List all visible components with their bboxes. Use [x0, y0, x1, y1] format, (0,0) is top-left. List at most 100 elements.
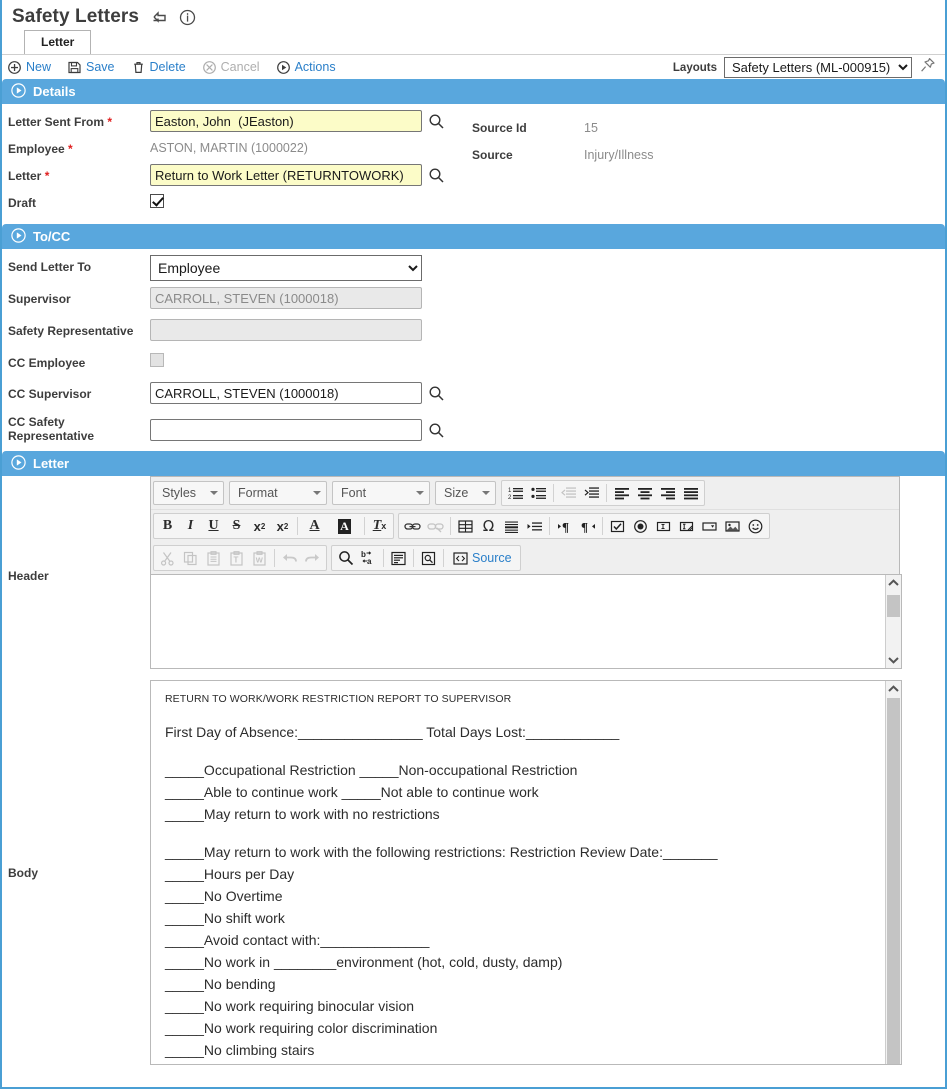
new-button-label: New [26, 60, 52, 74]
trash-icon [132, 61, 145, 74]
subscript-icon[interactable]: x2 [248, 515, 271, 537]
field-row-letter: Letter * [2, 164, 472, 191]
svg-text:2: 2 [508, 495, 512, 501]
return-arrow-icon[interactable] [150, 9, 168, 25]
send-letter-to-select[interactable]: Employee [150, 255, 422, 281]
font-combo[interactable]: Font [332, 481, 431, 505]
undo-icon[interactable] [278, 547, 301, 569]
body-label: Body [8, 865, 38, 880]
table-icon[interactable] [454, 515, 477, 537]
align-right-icon[interactable] [656, 482, 679, 504]
underline-icon[interactable]: U [202, 515, 225, 537]
draft-checkbox[interactable] [150, 194, 164, 208]
tab-letter[interactable]: Letter [24, 30, 92, 54]
body-edit-area[interactable]: RETURN TO WORK/WORK RESTRICTION REPORT T… [150, 680, 902, 1065]
special-character-icon[interactable]: Ω [477, 515, 500, 537]
image-icon[interactable] [721, 515, 744, 537]
align-center-icon[interactable] [633, 482, 656, 504]
section-header-tocc[interactable]: To/CC [2, 224, 945, 249]
lookup-search-icon[interactable] [428, 167, 445, 184]
format-combo[interactable]: Format [229, 481, 328, 505]
strikethrough-icon[interactable]: S [225, 515, 248, 537]
copy-icon[interactable] [179, 547, 202, 569]
source-code-icon [453, 551, 468, 566]
smiley-icon[interactable] [744, 515, 767, 537]
source-button-label: Source [472, 551, 512, 565]
section-header-details[interactable]: Details [2, 79, 945, 104]
pushpin-icon[interactable] [919, 56, 937, 79]
cc-safety-representative-input[interactable] [150, 419, 422, 441]
bold-icon[interactable]: B [156, 515, 179, 537]
numbered-list-icon[interactable]: 1 2 [504, 482, 527, 504]
lookup-search-icon[interactable] [428, 385, 445, 402]
cc-employee-checkbox[interactable] [150, 353, 164, 367]
new-button[interactable]: New [8, 60, 51, 74]
body-scrollbar[interactable] [885, 681, 901, 1064]
source-id-label: Source Id [472, 121, 527, 135]
decrease-indent-icon[interactable] [557, 482, 580, 504]
body-line: _____No work in ________environment (hot… [165, 954, 563, 970]
find-icon[interactable] [334, 547, 357, 569]
cut-icon[interactable] [156, 547, 179, 569]
scroll-up-icon[interactable] [886, 681, 901, 697]
superscript-icon[interactable]: x2 [271, 515, 294, 537]
link-icon[interactable] [401, 515, 424, 537]
styles-combo[interactable]: Styles [153, 481, 225, 505]
field-row-source-id: Source Id 15 [472, 116, 653, 143]
header-edit-area[interactable] [150, 574, 902, 669]
scroll-down-icon[interactable] [886, 652, 901, 668]
svg-text:1: 1 [508, 488, 512, 494]
source-button[interactable]: Source [447, 547, 518, 569]
text-direction-rtl-icon[interactable]: ¶ [576, 515, 599, 537]
employee-label: Employee * [2, 137, 150, 156]
horizontal-rule-icon[interactable] [500, 515, 523, 537]
actions-button-label: Actions [294, 60, 336, 74]
text-color-icon[interactable]: A [301, 515, 331, 537]
body-line: _____No operation of industrial vehicles [165, 1062, 887, 1064]
save-button[interactable]: Save [68, 60, 115, 74]
header-scrollbar[interactable] [885, 575, 901, 668]
letter-input[interactable] [150, 164, 422, 186]
increase-indent-icon[interactable] [580, 482, 603, 504]
remove-format-icon[interactable]: Tx [368, 515, 391, 537]
body-line: _____May return to work with no restrict… [165, 806, 440, 822]
cc-supervisor-input[interactable] [150, 382, 422, 404]
size-combo[interactable]: Size [435, 481, 497, 505]
scroll-up-icon[interactable] [886, 575, 901, 591]
section-header-letter[interactable]: Letter [2, 451, 945, 476]
employee-label-text: Employee [8, 142, 65, 156]
body-scroll-thumb[interactable] [887, 698, 900, 1064]
checkbox-field-icon[interactable] [606, 515, 629, 537]
layouts-select[interactable]: Safety Letters (ML-000915) [724, 57, 912, 78]
text-field-icon[interactable] [652, 515, 675, 537]
show-blocks-icon[interactable] [387, 547, 410, 569]
unlink-icon[interactable] [424, 515, 447, 537]
paste-from-word-icon[interactable]: W [248, 547, 271, 569]
radio-button-field-icon[interactable] [629, 515, 652, 537]
lookup-search-icon[interactable] [428, 422, 445, 439]
background-color-icon[interactable]: A [331, 515, 361, 537]
bulleted-list-icon[interactable] [527, 482, 550, 504]
size-combo-label: Size [444, 486, 469, 500]
actions-button[interactable]: Actions [276, 60, 336, 74]
paste-as-text-icon[interactable]: T [225, 547, 248, 569]
paste-icon[interactable] [202, 547, 225, 569]
page-break-icon[interactable] [523, 515, 546, 537]
cc-supervisor-label: CC Supervisor [8, 387, 92, 401]
letter-sent-from-input[interactable] [150, 110, 422, 132]
header-scroll-thumb[interactable] [887, 595, 900, 617]
cancel-button[interactable]: Cancel [202, 60, 260, 74]
preview-icon[interactable] [417, 547, 440, 569]
align-justify-icon[interactable] [679, 482, 702, 504]
textarea-field-icon[interactable] [675, 515, 698, 537]
delete-button[interactable]: Delete [132, 60, 186, 74]
replace-icon[interactable]: b a [357, 547, 380, 569]
align-left-icon[interactable] [610, 482, 633, 504]
italic-icon[interactable]: I [179, 515, 202, 537]
cc-employee-label: CC Employee [8, 356, 86, 370]
text-direction-ltr-icon[interactable]: ¶ [553, 515, 576, 537]
select-field-icon[interactable] [698, 515, 721, 537]
info-icon[interactable] [179, 9, 196, 26]
redo-icon[interactable] [301, 547, 324, 569]
lookup-search-icon[interactable] [428, 113, 445, 130]
